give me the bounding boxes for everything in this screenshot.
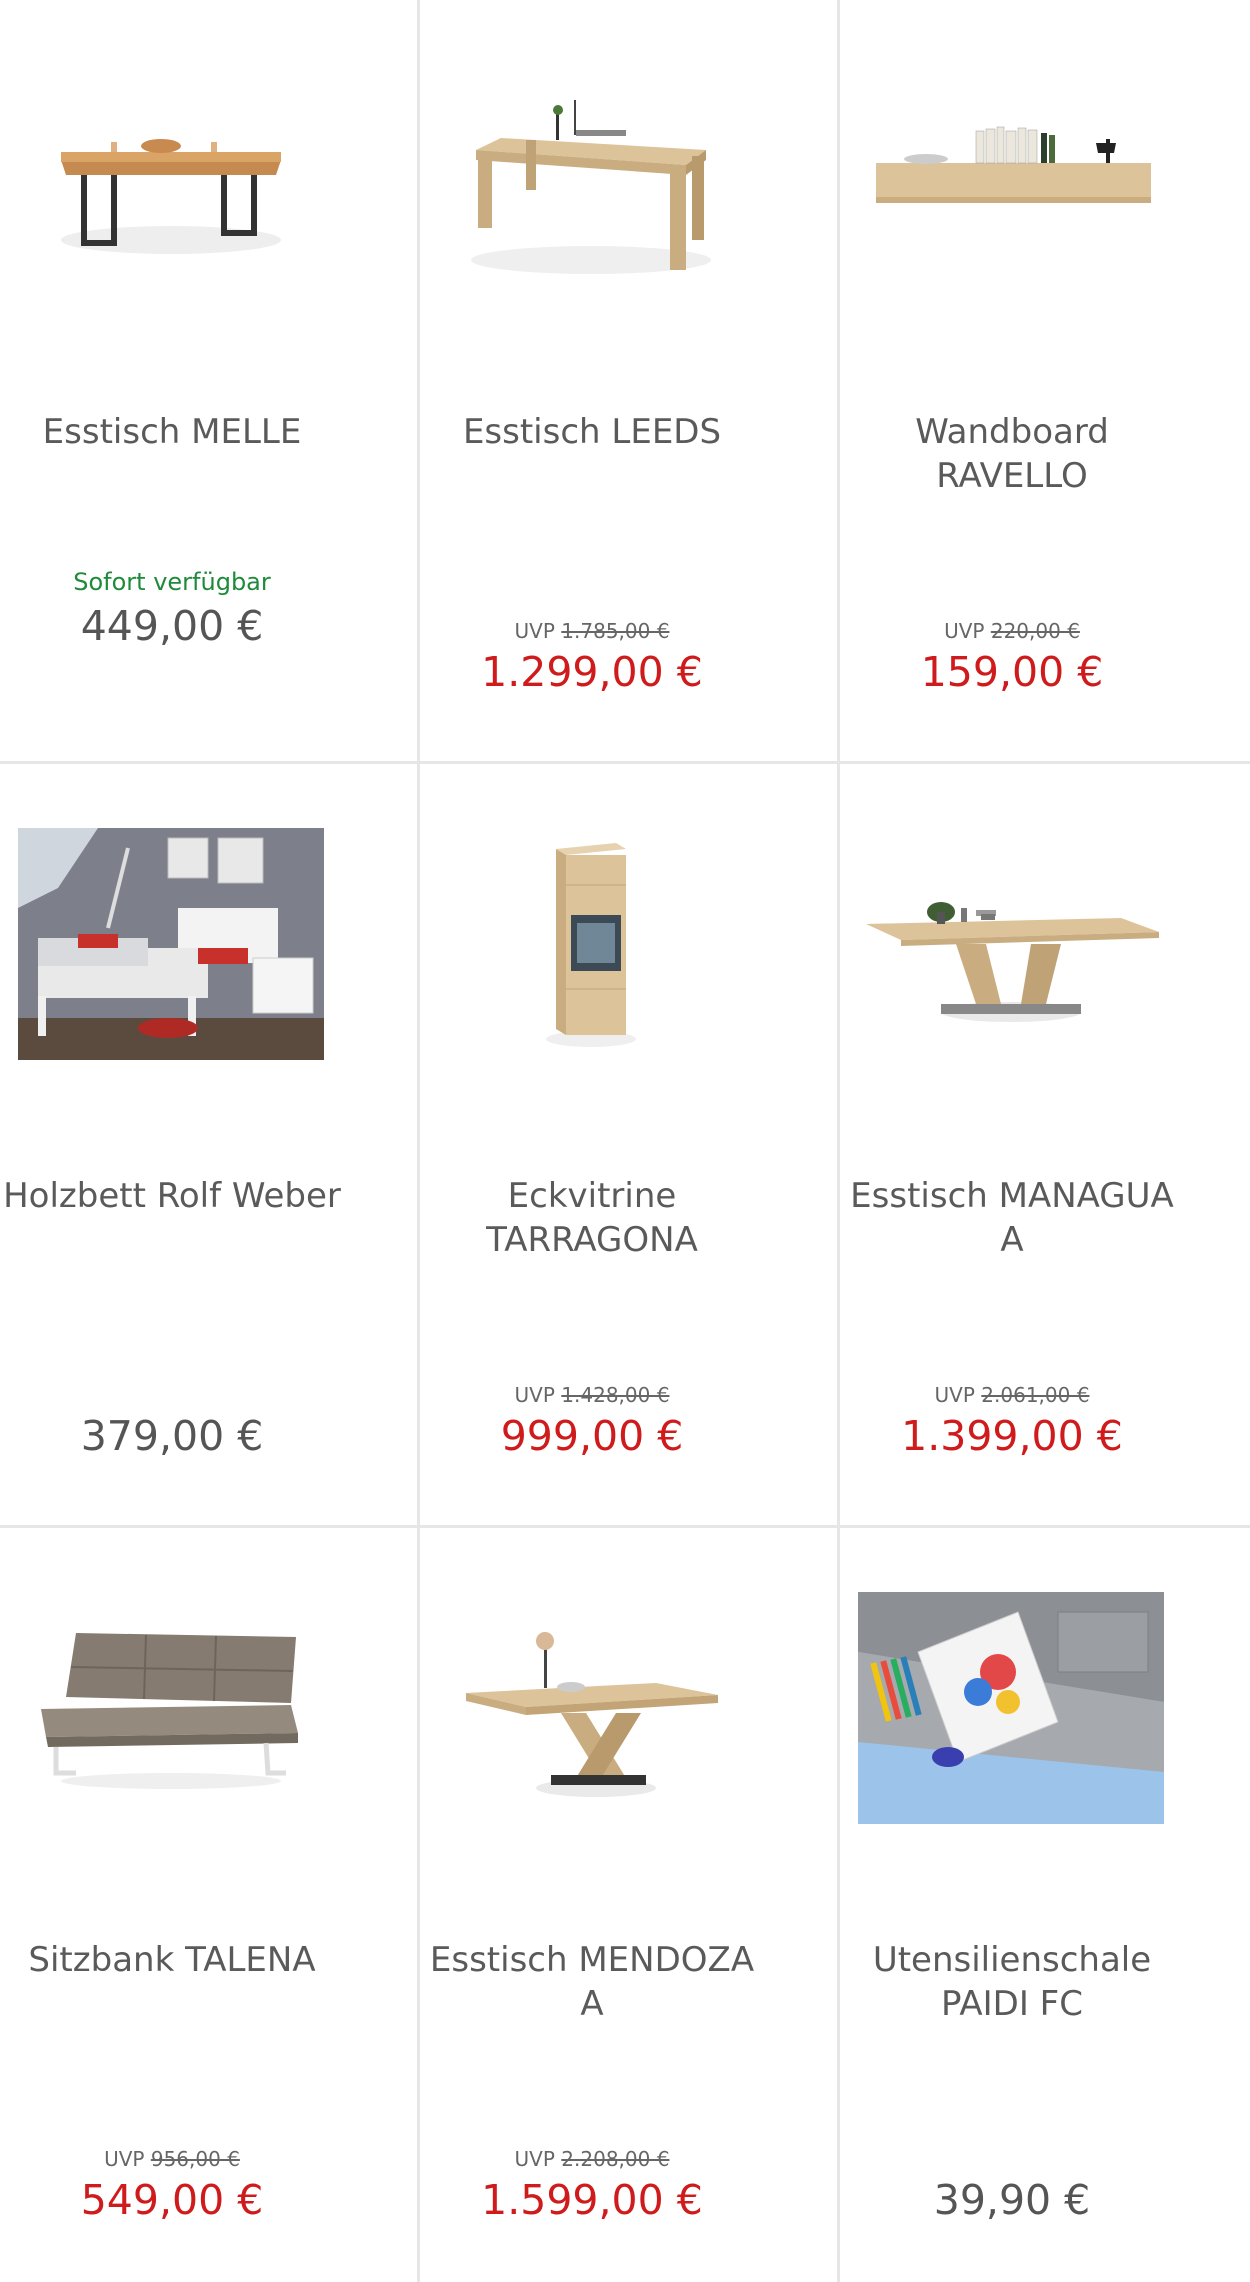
product-card[interactable]: Esstisch MANAGUA A UVP 2.061,00 € 1.399,…: [840, 764, 1250, 1528]
price-box: UVP 2.061,00 € 1.399,00 €: [840, 1329, 1184, 1463]
product-name[interactable]: Sitzbank TALENA: [0, 1938, 344, 1982]
product-price: 159,00 €: [920, 648, 1104, 696]
product-name[interactable]: Esstisch MANAGUA A: [840, 1174, 1184, 1262]
uvp-label: UVP: [514, 2147, 555, 2171]
product-name[interactable]: Holzbett Rolf Weber: [0, 1174, 344, 1218]
uvp-price: 1.428,00 €: [561, 1383, 670, 1407]
price-box: 379,00 €: [0, 1329, 344, 1463]
product-name[interactable]: Wandboard RAVELLO: [840, 410, 1184, 498]
shelf-icon: [876, 126, 1151, 203]
table-icon: [466, 1632, 718, 1797]
price-box: UVP 1.785,00 € 1.299,00 €: [420, 565, 764, 699]
product-price: 1.599,00 €: [481, 2176, 703, 2224]
product-card[interactable]: Utensilienschale PAIDI FC 39,90 €: [840, 1528, 1250, 2282]
uvp-line: UVP 1.785,00 €: [420, 617, 764, 645]
uvp-price: 2.208,00 €: [561, 2147, 670, 2171]
availability-label: Sofort verfügbar: [73, 568, 271, 596]
product-card[interactable]: Holzbett Rolf Weber 379,00 €: [0, 764, 420, 1528]
bench-icon: [41, 1633, 298, 1789]
cabinet-icon: [546, 843, 636, 1047]
product-image[interactable]: [438, 1568, 744, 1848]
uvp-price: 956,00 €: [150, 2147, 240, 2171]
product-name[interactable]: Utensilienschale PAIDI FC: [840, 1938, 1184, 2026]
uvp-price: 2.061,00 €: [981, 1383, 1090, 1407]
product-name[interactable]: Eckvitrine TARRAGONA: [420, 1174, 764, 1262]
table-icon: [61, 139, 281, 254]
price-box: 39,90 €: [840, 2093, 1184, 2227]
product-name[interactable]: Esstisch LEEDS: [420, 410, 764, 454]
product-price: 379,00 €: [80, 1412, 264, 1460]
product-name[interactable]: Esstisch MELLE: [0, 410, 344, 454]
table-icon: [471, 100, 711, 274]
tray-icon: [858, 1592, 1164, 1824]
product-card[interactable]: Esstisch MENDOZA A UVP 2.208,00 € 1.599,…: [420, 1528, 840, 2282]
product-image[interactable]: [858, 40, 1164, 320]
product-price: 449,00 €: [80, 602, 264, 650]
uvp-label: UVP: [514, 619, 555, 643]
table-icon: [866, 902, 1159, 1022]
price-box: UVP 220,00 € 159,00 €: [840, 565, 1184, 699]
price-box: UVP 956,00 € 549,00 €: [0, 2093, 344, 2227]
price-box: Sofort verfügbar 449,00 €: [0, 565, 344, 653]
price-box: UVP 2.208,00 € 1.599,00 €: [420, 2093, 764, 2227]
product-price: 39,90 €: [933, 2176, 1091, 2224]
product-image[interactable]: [18, 40, 324, 320]
uvp-line: UVP 220,00 €: [840, 617, 1184, 645]
uvp-label: UVP: [104, 2147, 145, 2171]
product-image[interactable]: [18, 804, 324, 1084]
price-box: UVP 1.428,00 € 999,00 €: [420, 1329, 764, 1463]
product-image[interactable]: [18, 1568, 324, 1848]
product-price: 999,00 €: [500, 1412, 684, 1460]
uvp-line: UVP 1.428,00 €: [420, 1381, 764, 1409]
product-image[interactable]: [858, 804, 1164, 1084]
product-image[interactable]: [858, 1568, 1164, 1848]
product-card[interactable]: Wandboard RAVELLO UVP 220,00 € 159,00 €: [840, 0, 1250, 764]
product-card[interactable]: Eckvitrine TARRAGONA UVP 1.428,00 € 999,…: [420, 764, 840, 1528]
uvp-line: UVP 2.061,00 €: [840, 1381, 1184, 1409]
product-image[interactable]: [438, 804, 744, 1084]
product-image[interactable]: [438, 40, 744, 320]
uvp-line: UVP 2.208,00 €: [420, 2145, 764, 2173]
product-price: 549,00 €: [80, 2176, 264, 2224]
uvp-label: UVP: [514, 1383, 555, 1407]
product-price: 1.399,00 €: [901, 1412, 1123, 1460]
uvp-line: UVP 956,00 €: [0, 2145, 344, 2173]
product-card[interactable]: Esstisch LEEDS UVP 1.785,00 € 1.299,00 €: [420, 0, 840, 764]
uvp-label: UVP: [944, 619, 985, 643]
uvp-price: 1.785,00 €: [561, 619, 670, 643]
product-price: 1.299,00 €: [481, 648, 703, 696]
uvp-price: 220,00 €: [990, 619, 1080, 643]
product-name[interactable]: Esstisch MENDOZA A: [420, 1938, 764, 2026]
product-grid: Esstisch MELLE Sofort verfügbar 449,00 €: [0, 0, 1250, 2282]
product-card[interactable]: Esstisch MELLE Sofort verfügbar 449,00 €: [0, 0, 420, 764]
bed-icon: [18, 828, 324, 1060]
product-card[interactable]: Sitzbank TALENA UVP 956,00 € 549,00 €: [0, 1528, 420, 2282]
uvp-label: UVP: [934, 1383, 975, 1407]
